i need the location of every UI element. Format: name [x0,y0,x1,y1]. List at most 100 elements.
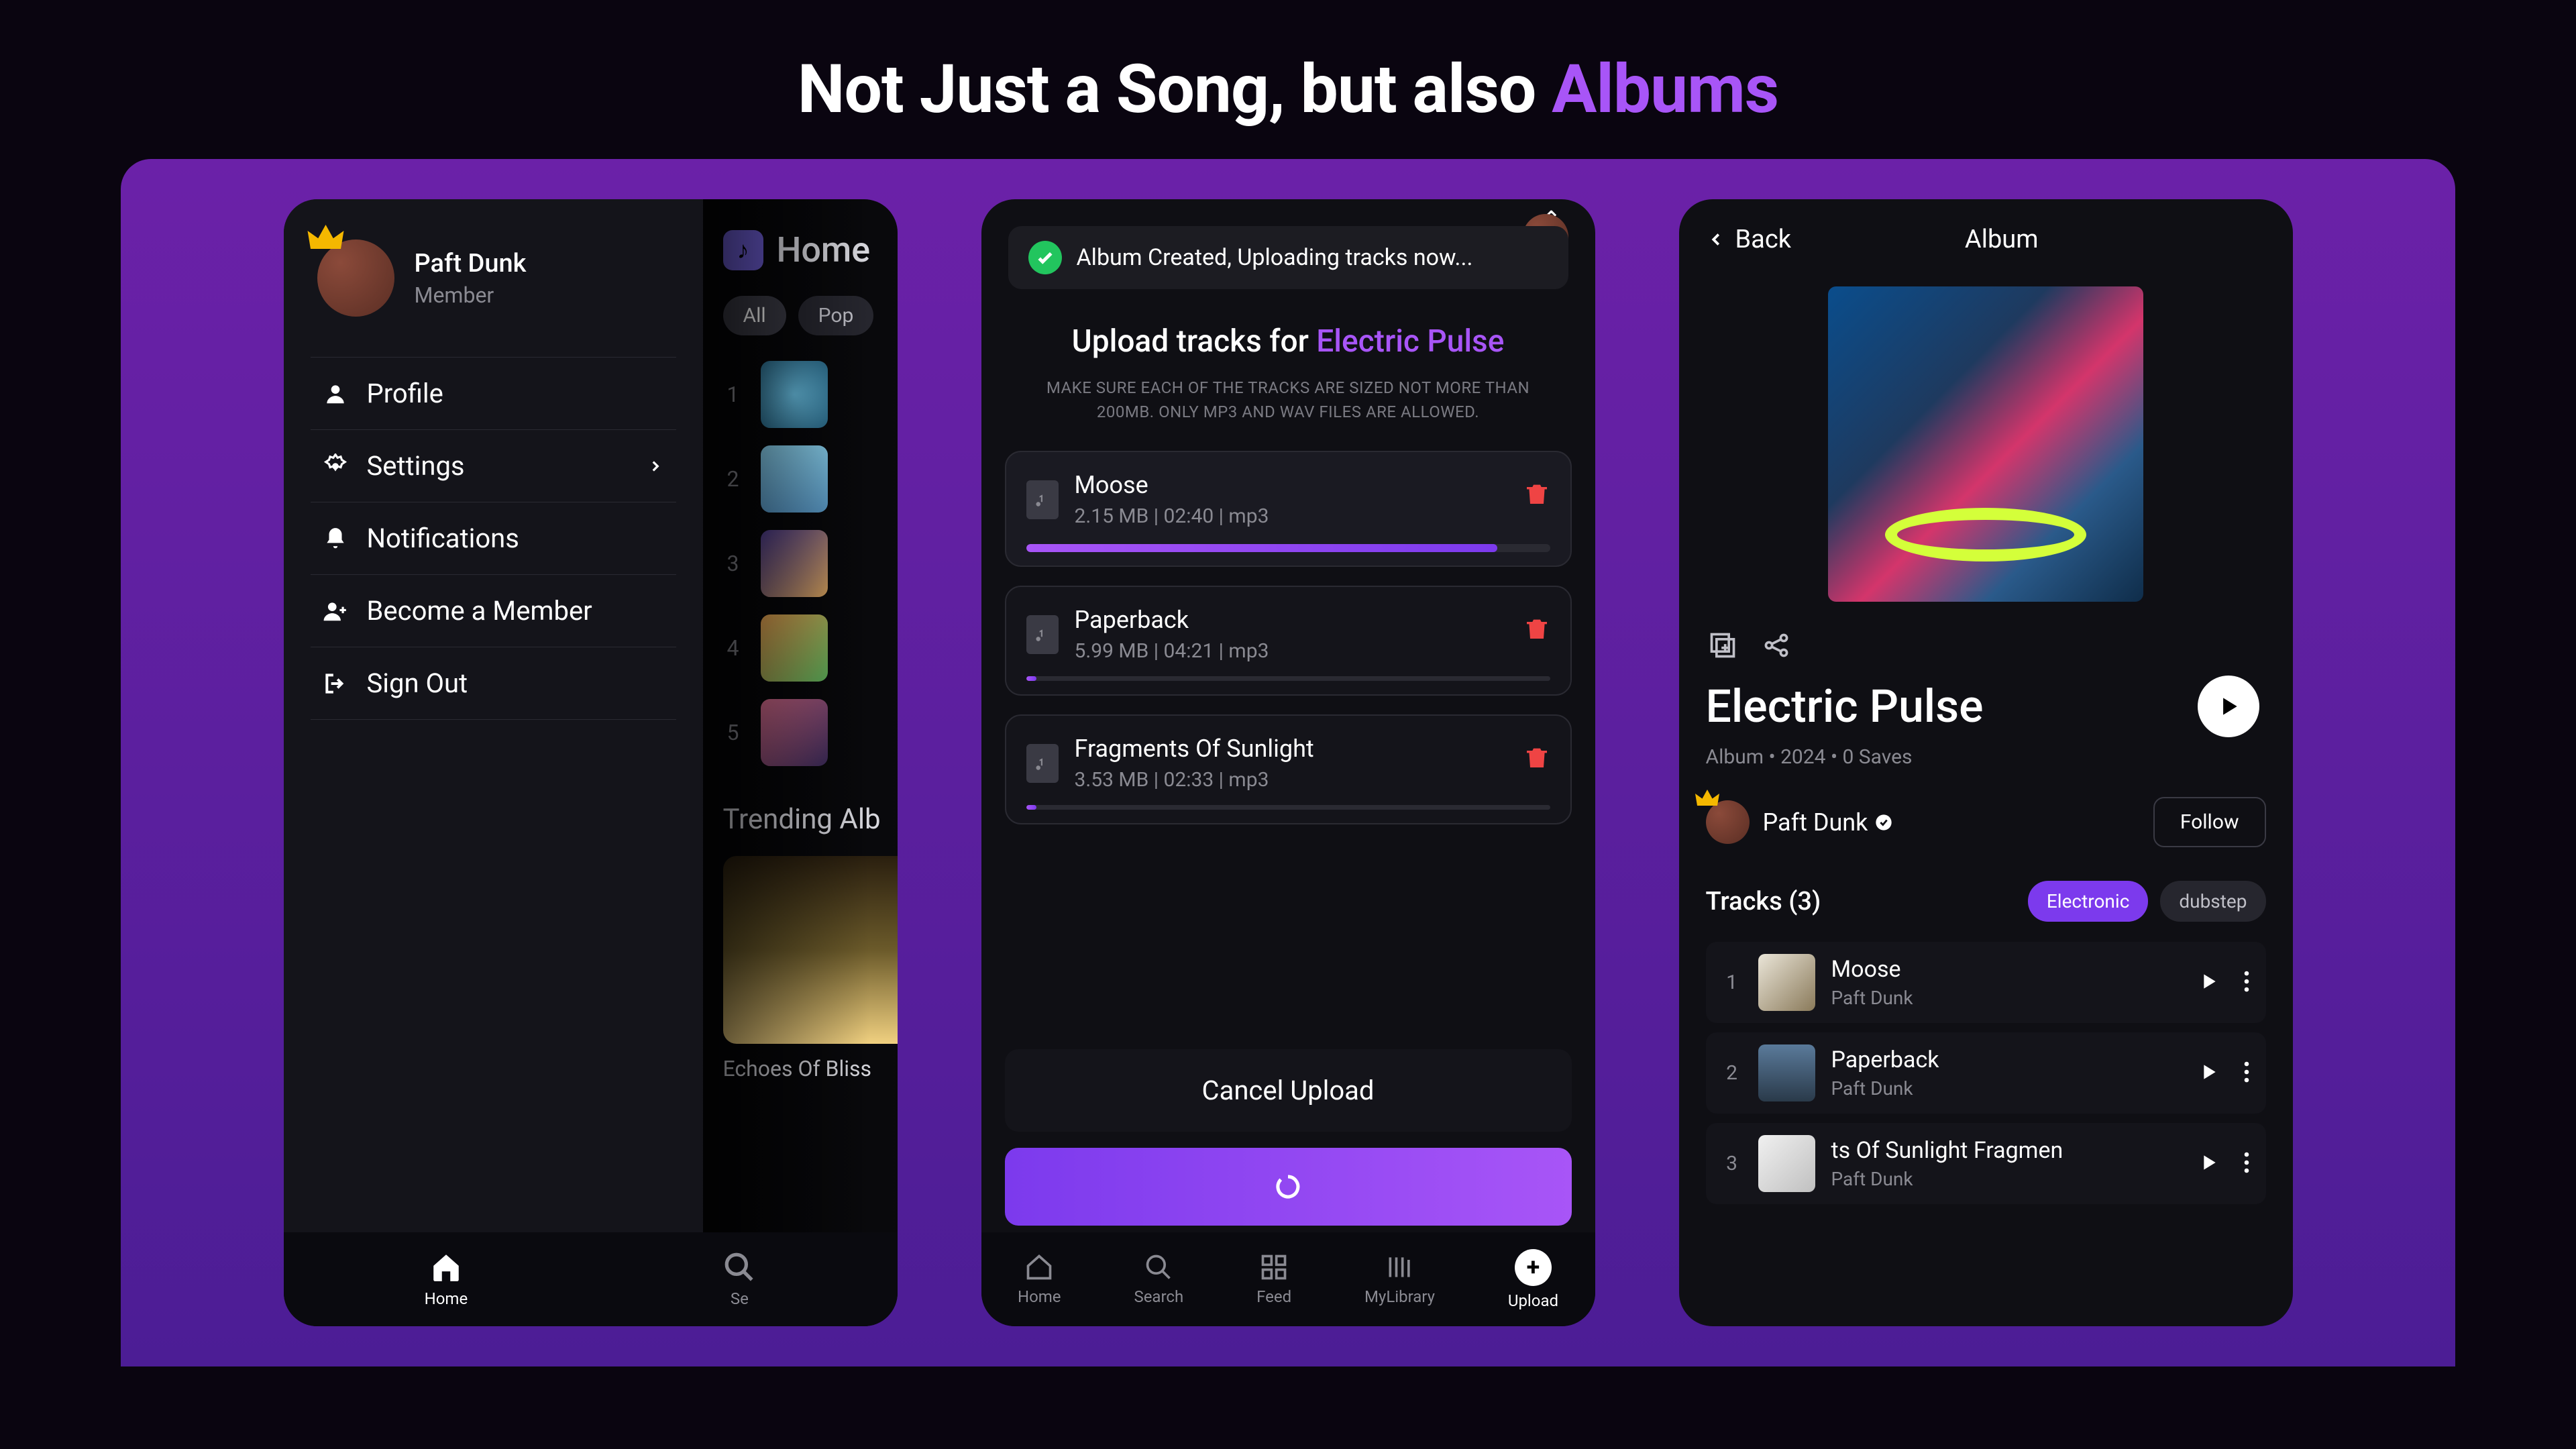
add-to-library-button[interactable] [1706,629,1739,662]
follow-button[interactable]: Follow [2153,797,2266,847]
nav-search[interactable]: Search [1134,1252,1183,1306]
share-icon [1762,631,1791,660]
progress-fill [1026,676,1037,681]
menu-label: Profile [367,378,443,409]
nav-home[interactable]: Home [1018,1252,1061,1306]
toast-text: Album Created, Uploading tracks now... [1077,244,1473,271]
app-logo-icon: ♪ [723,230,763,270]
toast: Album Created, Uploading tracks now... [1008,226,1568,289]
menu-settings[interactable]: Settings [311,430,676,502]
showcase-panel: ♪ Home All Pop 1 2 3 4 5 Trending Alb Ec… [121,159,2455,1366]
progress-bar [1026,676,1550,681]
track-name: ts Of Sunlight Fragmen [1831,1137,2063,1164]
track-name: Moose [1075,471,1269,499]
submit-upload-button[interactable] [1005,1148,1572,1226]
track-art [761,361,828,428]
bottom-nav: Home Search Feed MyLibrary +Upload [981,1232,1595,1326]
play-icon [2216,694,2241,719]
nav-label: Home [1018,1287,1061,1306]
progress-bar [1026,805,1550,810]
home-icon [1024,1252,1054,1282]
track-more-button[interactable] [2243,969,2250,996]
track-art [1758,954,1815,1011]
tracks-count: Tracks (3) [1706,887,1821,916]
trending-heading: Trending Alb [723,803,898,836]
track-art [761,530,828,597]
play-track-button[interactable] [2198,1152,2219,1176]
more-vertical-icon [2243,1150,2250,1175]
menu-signout[interactable]: Sign Out [311,647,676,720]
track-name: Paperback [1075,606,1269,634]
crown-icon [1695,790,1719,810]
menu-become-member[interactable]: Become a Member [311,575,676,647]
menu-label: Become a Member [367,595,592,627]
user-plus-icon [323,598,348,624]
play-track-button[interactable] [2198,1061,2219,1085]
play-album-button[interactable] [2198,676,2259,737]
progress-bar [1026,544,1550,552]
nav-feed[interactable]: Feed [1256,1252,1291,1306]
upload-track-card: Moose 2.15 MB | 02:40 | mp3 [1005,451,1572,567]
album-name: Echoes Of Bliss [723,1056,898,1081]
track-art [1758,1044,1815,1102]
nav-home[interactable]: Home [425,1250,468,1308]
nav-label: Upload [1508,1291,1558,1310]
track-row[interactable]: 5 [723,699,898,766]
user-role: Member [415,282,527,308]
spinner-icon [1275,1173,1301,1200]
track-number: 1 [1722,971,1742,994]
album-title: Electric Pulse [1706,680,2198,733]
album-track-row[interactable]: 1 MoosePaft Dunk [1706,942,2266,1023]
menu-notifications[interactable]: Notifications [311,502,676,575]
track-artist: Paft Dunk [1831,1168,2063,1190]
track-art [761,699,828,766]
nav-library[interactable]: MyLibrary [1364,1252,1435,1306]
track-number: 2 [1722,1061,1742,1085]
track-row[interactable]: 4 [723,614,898,682]
album-track-row[interactable]: 3 ts Of Sunlight FragmenPaft Dunk [1706,1123,2266,1204]
nav-search[interactable]: Se [722,1250,756,1308]
share-button[interactable] [1760,629,1793,662]
back-button[interactable]: Back [1706,225,1792,254]
cancel-upload-button[interactable]: Cancel Upload [1005,1049,1572,1132]
progress-fill [1026,805,1037,810]
track-art [1758,1135,1815,1192]
track-meta: 5.99 MB | 04:21 | mp3 [1075,639,1269,663]
chip-pop[interactable]: Pop [798,296,874,335]
play-track-button[interactable] [2198,971,2219,995]
track-artist: Paft Dunk [1831,1077,1939,1099]
hero-title-accent: Albums [1552,50,1778,129]
chevron-right-icon [647,450,664,482]
artist-avatar[interactable] [1706,800,1750,844]
track-art [761,445,828,513]
delete-track-button[interactable] [1523,479,1550,511]
upload-heading: Upload tracks for Electric Pulse [1005,323,1572,360]
nav-upload[interactable]: +Upload [1508,1249,1558,1310]
tag-dubstep[interactable]: dubstep [2160,881,2265,922]
album-cover[interactable] [723,856,898,1044]
track-more-button[interactable] [2243,1150,2250,1177]
track-row[interactable]: 1 [723,361,898,428]
track-more-button[interactable] [2243,1060,2250,1087]
album-meta: Album • 2024 • 0 Saves [1679,737,2293,777]
gear-icon [323,453,348,479]
chip-all[interactable]: All [723,296,786,335]
track-art [761,614,828,682]
delete-track-button[interactable] [1523,614,1550,646]
nav-label: Se [731,1289,749,1308]
album-cover [1828,286,2143,602]
progress-fill [1026,544,1498,552]
menu-profile[interactable]: Profile [311,358,676,430]
track-row[interactable]: 3 [723,530,898,597]
delete-track-button[interactable] [1523,743,1550,775]
phone-home: ♪ Home All Pop 1 2 3 4 5 Trending Alb Ec… [284,199,898,1326]
artist-name[interactable]: Paft Dunk [1763,808,1894,837]
chevron-left-icon [1706,229,1726,250]
album-track-row[interactable]: 2 PaperbackPaft Dunk [1706,1032,2266,1114]
more-vertical-icon [2243,969,2250,994]
play-icon [2198,971,2219,992]
sidebar: Paft Dunk Member Profile Settings Notifi… [284,199,703,1326]
track-row[interactable]: 2 [723,445,898,513]
track-name: Moose [1831,956,1913,983]
tag-electronic[interactable]: Electronic [2028,881,2149,922]
